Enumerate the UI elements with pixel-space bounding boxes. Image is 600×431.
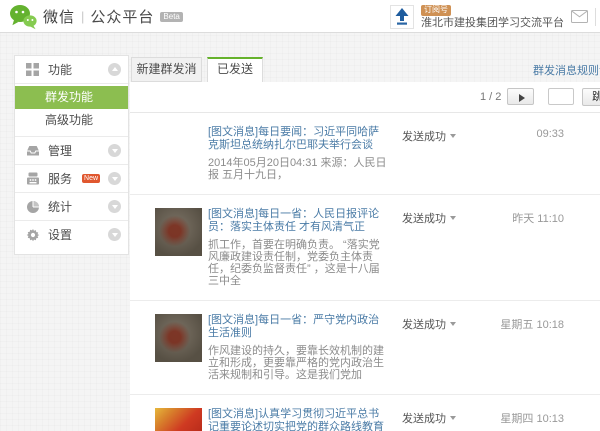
- send-status-dropdown[interactable]: 发送成功: [402, 316, 456, 332]
- sidebar-item-functions[interactable]: 功能: [15, 56, 128, 83]
- collapse-toggle-icon[interactable]: [108, 144, 121, 157]
- chevron-down-icon: [450, 134, 456, 138]
- send-status-label: 发送成功: [402, 213, 446, 225]
- page-jump-button[interactable]: 跳转: [582, 88, 600, 106]
- pagination: 1 / 2 跳转: [130, 82, 600, 112]
- message-time: 09:33: [480, 128, 564, 140]
- collapse-toggle-icon[interactable]: [108, 172, 121, 185]
- send-status-label: 发送成功: [402, 413, 446, 425]
- message-row: [图文消息]认真学习贯彻习近平总书记重要论述切实把党的群众路线教育实践活动开展好…: [130, 394, 600, 431]
- message-thumbnail[interactable]: [155, 314, 202, 362]
- sidebar-item-stats[interactable]: 统计: [15, 193, 128, 220]
- sidebar-item-label: 功能: [48, 61, 72, 78]
- sidebar-item-label: 服务: [48, 170, 72, 187]
- sidebar-item-label: 管理: [48, 142, 72, 159]
- next-page-button[interactable]: [507, 88, 534, 105]
- header-account-area: 订阅号 淮北市建投集团学习交流平台: [390, 0, 596, 33]
- message-title[interactable]: [图文消息]每日一省：严守党内政治生活准则: [208, 314, 390, 340]
- message-thumbnail[interactable]: [155, 208, 202, 256]
- collapse-toggle-icon[interactable]: [108, 63, 121, 76]
- sent-message-list: [图文消息]每日要闻：习近平同哈萨克斯坦总统纳扎尔巴耶夫举行会谈 2014年05…: [130, 112, 600, 431]
- sidebar-item-label: 统计: [48, 198, 72, 215]
- message-title[interactable]: [图文消息]每日要闻：习近平同哈萨克斯坦总统纳扎尔巴耶夫举行会谈: [208, 126, 390, 152]
- message-body: [图文消息]认真学习贯彻习近平总书记重要论述切实把党的群众路线教育实践活动开展好…: [208, 408, 390, 431]
- header-brand: 微信 | 公众平台 Beta: [9, 0, 183, 33]
- header: 微信 | 公众平台 Beta 订阅号 淮北市建投集团学习交流平台: [0, 0, 600, 33]
- message-title[interactable]: [图文消息]认真学习贯彻习近平总书记重要论述切实把党的群众路线教育实践活动开展好: [208, 408, 390, 431]
- page-indicator: 1 / 2: [480, 91, 501, 103]
- sent-messages-panel: 1 / 2 跳转 [图文消息]每日要闻：习近平同哈萨克斯坦总统纳扎尔巴耶夫举行会…: [130, 82, 600, 431]
- send-status-label: 发送成功: [402, 131, 446, 143]
- sidebar-submenu-functions: 群发功能 高级功能: [15, 84, 128, 136]
- gear-icon: [26, 228, 40, 242]
- message-body: [图文消息]每日一省：人民日报评论员：落实主体责任 才有风清气正 抓工作，首要在…: [208, 208, 390, 287]
- message-body: [图文消息]每日一省：严守党内政治生活准则 作风建设的持久，要靠长效机制的建立和…: [208, 314, 390, 381]
- brand-title: 微信: [43, 6, 75, 27]
- sidebar: 功能 群发功能 高级功能 管理: [14, 55, 129, 255]
- chevron-down-icon: [450, 322, 456, 326]
- envelope-icon[interactable]: [571, 10, 588, 23]
- message-time: 星期五 10:18: [480, 316, 564, 332]
- send-status-dropdown[interactable]: 发送成功: [402, 128, 456, 144]
- account-avatar[interactable]: [390, 5, 414, 29]
- header-separator: [595, 8, 596, 26]
- sidebar-item-service[interactable]: 服务 New: [15, 165, 128, 192]
- chevron-down-icon: [450, 216, 456, 220]
- message-body: [图文消息]每日要闻：习近平同哈萨克斯坦总统纳扎尔巴耶夫举行会谈 2014年05…: [208, 126, 390, 181]
- brand-subtitle: 公众平台: [90, 6, 154, 27]
- message-summary: 抓工作，首要在明确负责。 “落实党风廉政建设责任制，党委负主体责任，纪委负监督责…: [208, 239, 390, 287]
- sidebar-item-mass-send[interactable]: 群发功能: [15, 86, 128, 109]
- sidebar-item-advanced[interactable]: 高级功能: [15, 109, 128, 132]
- message-summary: 2014年05月20日04:31 来源：人民日报 五月十九日，: [208, 157, 390, 181]
- message-row: [图文消息]每日一省：人民日报评论员：落实主体责任 才有风清气正 抓工作，首要在…: [130, 194, 600, 300]
- send-status-dropdown[interactable]: 发送成功: [402, 210, 456, 226]
- wechat-logo-icon: [9, 4, 37, 30]
- wechat-mp-admin-page: 微信 | 公众平台 Beta 订阅号 淮北市建投集团学习交流平台: [0, 0, 600, 431]
- tab-bar: 新建群发消息 已发送 群发消息规则说明: [130, 57, 600, 82]
- sidebar-item-label: 设置: [48, 226, 72, 243]
- account-info: 订阅号 淮北市建投集团学习交流平台: [421, 5, 564, 29]
- message-summary: 作风建设的持久，要靠长效机制的建立和形成，更要靠严格的党内政治生活来规制和引导。…: [208, 345, 390, 381]
- tab-new-mass-message[interactable]: 新建群发消息: [131, 57, 202, 82]
- sidebar-item-settings[interactable]: 设置: [15, 221, 128, 248]
- send-status-label: 发送成功: [402, 319, 446, 331]
- grid-icon: [26, 63, 40, 77]
- inbox-icon: [26, 144, 40, 158]
- message-row: [图文消息]每日要闻：习近平同哈萨克斯坦总统纳扎尔巴耶夫举行会谈 2014年05…: [130, 113, 600, 194]
- sidebar-item-manage[interactable]: 管理: [15, 137, 128, 164]
- account-name: 淮北市建投集团学习交流平台: [421, 18, 564, 29]
- tab-sent[interactable]: 已发送: [207, 57, 263, 83]
- message-thumbnail[interactable]: [155, 408, 202, 431]
- collapse-toggle-icon[interactable]: [108, 228, 121, 241]
- pie-chart-icon: [26, 200, 40, 214]
- account-type-badge: 订阅号: [421, 5, 451, 16]
- chevron-down-icon: [450, 416, 456, 420]
- page-jump-input[interactable]: [548, 88, 574, 105]
- beta-badge: Beta: [160, 12, 182, 22]
- mass-message-rules-link[interactable]: 群发消息规则说明: [533, 62, 600, 78]
- brand-divider: |: [81, 9, 84, 24]
- service-icon: [26, 172, 40, 186]
- message-title[interactable]: [图文消息]每日一省：人民日报评论员：落实主体责任 才有风清气正: [208, 208, 390, 234]
- collapse-toggle-icon[interactable]: [108, 200, 121, 213]
- message-time: 昨天 11:10: [480, 210, 564, 226]
- message-time: 星期四 10:13: [480, 410, 564, 426]
- message-row: [图文消息]每日一省：严守党内政治生活准则 作风建设的持久，要靠长效机制的建立和…: [130, 300, 600, 394]
- send-status-dropdown[interactable]: 发送成功: [402, 410, 456, 426]
- new-badge: New: [82, 174, 100, 183]
